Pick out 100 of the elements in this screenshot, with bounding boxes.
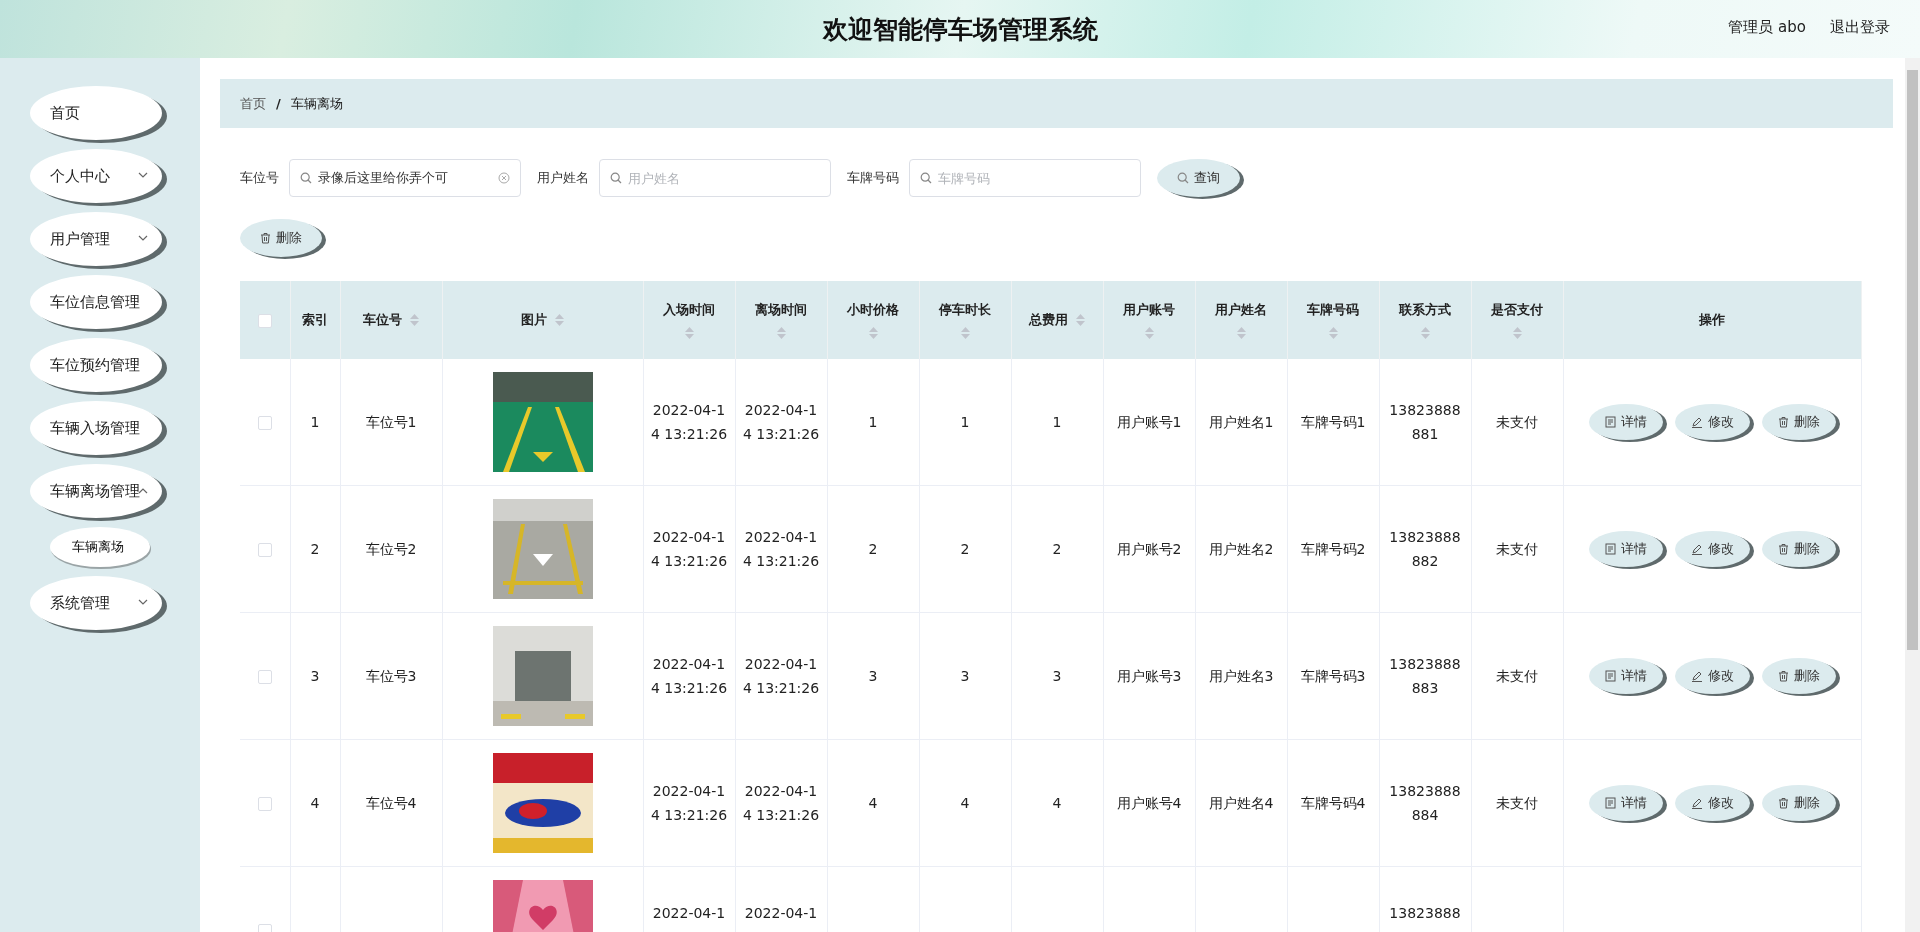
delete-button[interactable]: 删除 [240,219,322,257]
details-button[interactable]: 详情 [1588,404,1663,440]
details-button[interactable]: 详情 [1588,785,1663,821]
search-field[interactable]: 车牌号码 [909,159,1141,197]
table-cell-text: 13823888881 [1388,401,1462,444]
row-checkbox[interactable] [257,670,272,684]
pencil-icon [1690,670,1703,682]
column-header: 离场时间 [755,301,807,319]
table-cell-text: 2022-04-14 13:21:26 [742,528,820,571]
select-all-checkbox[interactable] [257,313,272,328]
table-cell-text: 2022-04-14 13:21:26 [650,782,728,825]
sort-icon[interactable] [1076,314,1085,326]
chevron-icon [138,172,148,179]
search-button[interactable]: 查询 [1157,159,1240,197]
pencil-icon [1690,416,1703,428]
table-cell-text: 未支付 [1495,413,1539,432]
submenu-item[interactable]: 车辆离场 [50,527,150,567]
table-cell-text: 2022-04-1 [743,904,819,923]
table-cell-text: 车位号4 [364,794,418,813]
table-cell-text: 13823888 [1388,904,1462,923]
table-cell-text: 2022-04-14 13:21:26 [742,782,820,825]
column-header: 用户姓名 [1215,301,1267,319]
table-cell-text: 未支付 [1495,540,1539,559]
column-header: 操作 [1699,312,1726,327]
edit-button[interactable]: 修改 [1674,785,1750,821]
sort-icon[interactable] [1144,327,1154,339]
table-cell-text: 1 [959,413,971,432]
table-cell-text: 2 [1051,540,1063,559]
sort-icon[interactable] [1236,327,1246,339]
trash-icon [260,232,271,244]
delete-button[interactable]: 删除 [1761,404,1836,440]
table-cell-text: 未支付 [1495,667,1539,686]
column-header: 用户账号 [1123,301,1175,319]
column-header: 图片 [521,311,547,329]
row-checkbox[interactable] [257,543,272,557]
field-label: 车牌号码 [847,169,899,187]
row-checkbox[interactable] [257,797,272,811]
delete-button[interactable]: 删除 [1761,785,1836,821]
document-icon [1604,416,1616,428]
table-cell-text: 车牌号码1 [1299,413,1367,432]
table-cell-text: 4 [867,794,879,813]
sort-icon[interactable] [684,327,694,339]
table-cell-text: 用户账号2 [1115,540,1183,559]
table-cell-text: 13823888883 [1388,655,1462,698]
table-cell-text: 2022-04-14 13:21:26 [650,401,728,444]
table-cell-text: 用户姓名4 [1207,794,1275,813]
trash-icon [1777,543,1789,555]
details-button[interactable]: 详情 [1588,658,1663,694]
table-cell-text: 1 [1051,413,1063,432]
table-cell-text: 2022-04-14 13:21:26 [650,528,728,571]
table-cell-text: 2 [309,540,321,559]
document-icon [1604,543,1616,555]
table-cell-text: 3 [867,667,879,686]
table-cell-text: 车牌号码2 [1299,540,1367,559]
sort-icon[interactable] [1512,327,1522,339]
sort-icon[interactable] [868,327,878,339]
clear-icon[interactable] [498,172,510,184]
table-cell-text: 13823888884 [1388,782,1462,825]
table-cell-text: 2022-04-14 13:21:26 [742,655,820,698]
user-name: 管理员 abo [1728,18,1806,37]
search-icon [1177,172,1189,184]
sort-icon[interactable] [1328,327,1338,339]
table-cell-text: 用户姓名2 [1207,540,1275,559]
logout-link[interactable]: 退出登录 [1830,18,1890,37]
edit-button[interactable]: 修改 [1674,404,1750,440]
sort-icon[interactable] [776,327,786,339]
table-cell-text: 13823888882 [1388,528,1462,571]
table-cell-text: 4 [309,794,321,813]
sort-icon[interactable] [555,314,564,326]
trash-icon [1777,797,1789,809]
pencil-icon [1690,797,1703,809]
edit-button[interactable]: 修改 [1674,531,1750,567]
column-header: 小时价格 [847,301,899,319]
document-icon [1604,670,1616,682]
breadcrumb-item[interactable]: 首页 [240,94,266,113]
table-cell-text: 4 [1051,794,1063,813]
sort-icon[interactable] [1420,327,1430,339]
table-cell-text: 用户账号1 [1115,413,1183,432]
details-button[interactable]: 详情 [1588,531,1663,567]
search-icon [300,172,312,184]
table-cell-text: 车牌号码4 [1299,794,1367,813]
sort-icon[interactable] [410,314,419,326]
search-field[interactable]: 录像后这里给你弄个可 [289,159,521,197]
sort-icon[interactable] [960,327,970,339]
delete-button[interactable]: 删除 [1761,658,1836,694]
chevron-icon [138,235,148,242]
table-cell-text: 车位号2 [364,540,418,559]
table-cell-text: 2 [959,540,971,559]
edit-button[interactable]: 修改 [1674,658,1750,694]
row-checkbox[interactable] [257,416,272,430]
table-cell-text: 3 [959,667,971,686]
breadcrumb-separator: / [276,96,281,111]
search-field[interactable]: 用户姓名 [599,159,831,197]
table-cell-text: 车位号1 [364,413,418,432]
table-cell-text: 2022-04-14 13:21:26 [742,401,820,444]
column-header: 联系方式 [1399,301,1451,319]
column-header: 索引 [302,312,328,327]
breadcrumb-item: 车辆离场 [290,94,343,113]
table-cell-text: 2 [867,540,879,559]
delete-button[interactable]: 删除 [1761,531,1836,567]
